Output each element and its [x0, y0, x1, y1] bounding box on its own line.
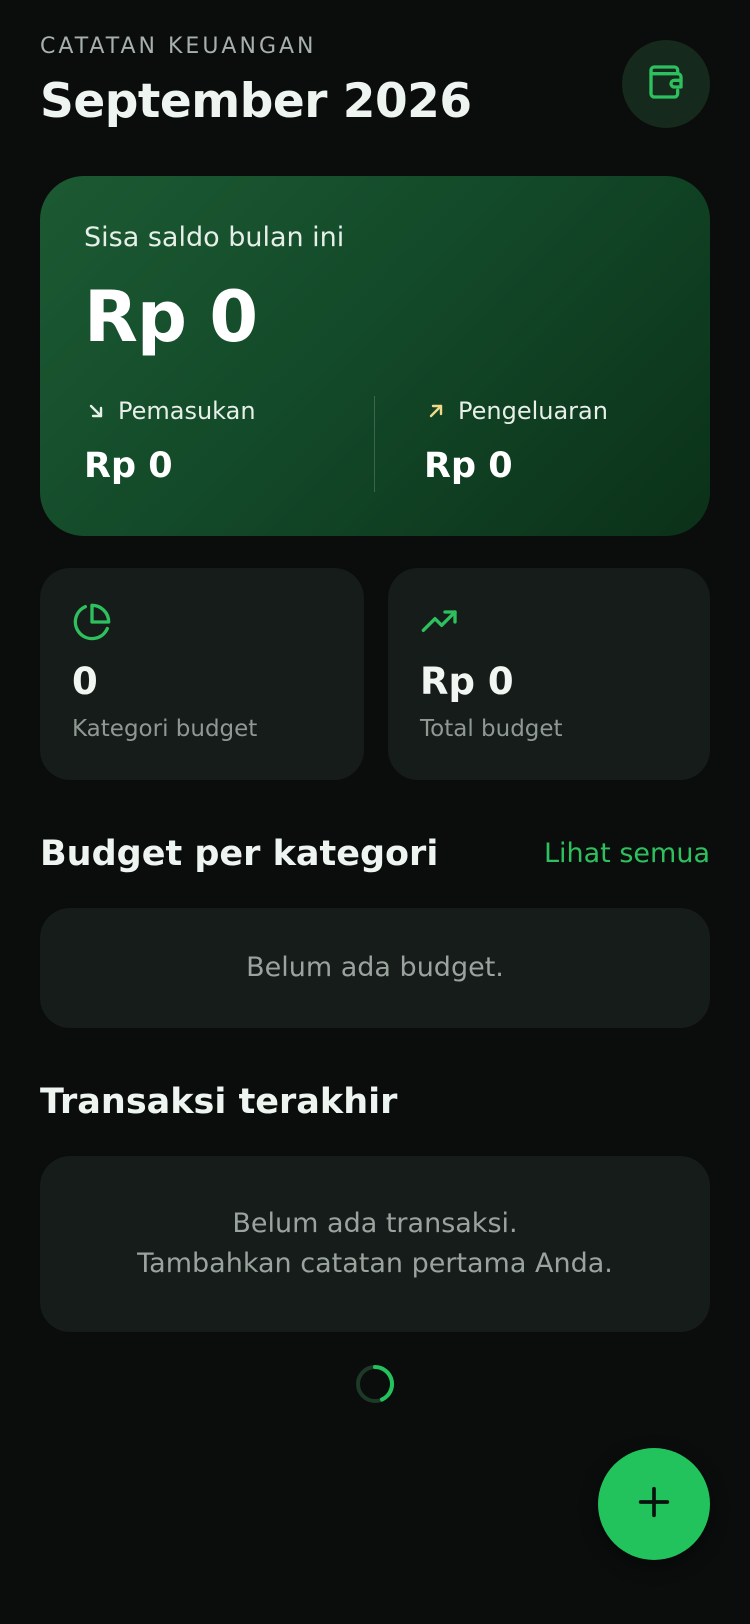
expense-summary: Pengeluaran Rp 0 — [424, 394, 608, 486]
transactions-empty-state: Belum ada transaksi. Tambahkan catatan p… — [40, 1156, 710, 1332]
divider — [374, 396, 375, 492]
page-title: September 2026 — [40, 74, 472, 129]
income-value: Rp 0 — [84, 446, 173, 486]
arrow-down-right-icon — [84, 399, 108, 423]
see-all-link[interactable]: Lihat semua — [544, 838, 710, 869]
wallet-icon — [646, 62, 686, 106]
transactions-empty-line1: Belum ada transaksi. — [232, 1208, 518, 1239]
app-eyebrow: CATATAN KEUANGAN — [40, 34, 317, 59]
stat-value: Rp 0 — [420, 660, 514, 703]
total-budget-card: Rp 0 Total budget — [388, 568, 710, 780]
transactions-empty-line2: Tambahkan catatan pertama Anda. — [137, 1248, 613, 1279]
balance-label: Sisa saldo bulan ini — [84, 222, 345, 253]
budget-empty-state: Belum ada budget. — [40, 908, 710, 1028]
loading-spinner-icon — [355, 1364, 395, 1404]
stat-label: Total budget — [420, 716, 563, 742]
balance-amount: Rp 0 — [84, 276, 258, 358]
plus-icon — [634, 1482, 674, 1526]
balance-card: Sisa saldo bulan ini Rp 0 Pemasukan Rp 0… — [40, 176, 710, 536]
budget-section-title: Budget per kategori — [40, 834, 439, 874]
stat-value: 0 — [72, 660, 98, 703]
stat-label: Kategori budget — [72, 716, 258, 742]
wallet-button[interactable] — [622, 40, 710, 128]
add-transaction-button[interactable] — [598, 1448, 710, 1560]
expense-value: Rp 0 — [424, 446, 513, 486]
arrow-up-right-icon — [424, 399, 448, 423]
transactions-section-title: Transaksi terakhir — [40, 1082, 398, 1122]
budget-category-count-card: 0 Kategori budget — [40, 568, 364, 780]
pie-chart-icon — [72, 602, 112, 646]
budget-empty-text: Belum ada budget. — [246, 952, 504, 983]
expense-label: Pengeluaran — [458, 397, 608, 425]
income-label: Pemasukan — [118, 397, 256, 425]
trending-up-icon — [420, 602, 460, 646]
income-summary: Pemasukan Rp 0 — [84, 394, 256, 486]
